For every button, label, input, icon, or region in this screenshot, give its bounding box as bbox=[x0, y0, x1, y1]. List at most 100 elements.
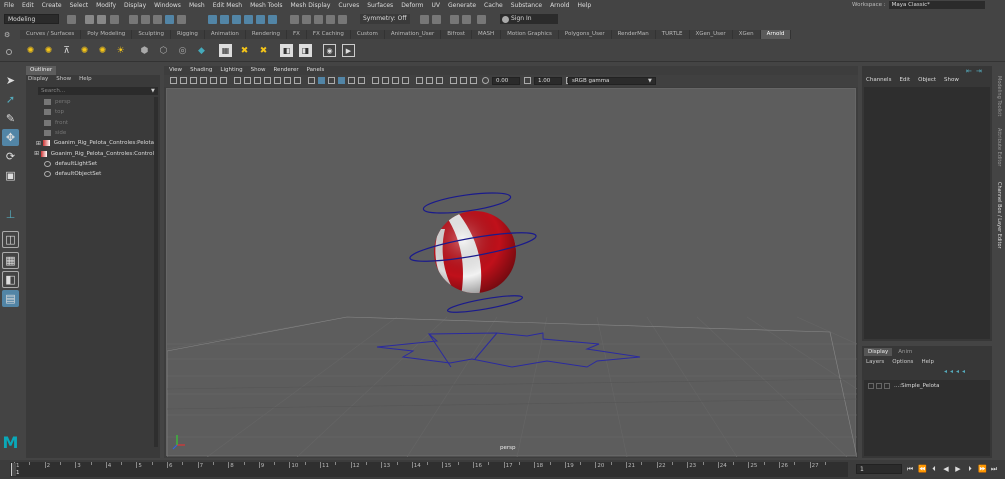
image-plane-icon[interactable] bbox=[200, 77, 207, 84]
resolution-gate-icon[interactable] bbox=[254, 77, 261, 84]
select-tool-icon[interactable]: ➤ bbox=[2, 72, 19, 89]
area-light-icon[interactable]: ✺ bbox=[42, 44, 55, 57]
shelf-tab-sculpting[interactable]: Sculpting bbox=[132, 30, 171, 39]
layer-row[interactable]: ...:Simple_Pelota bbox=[868, 382, 988, 390]
selection-mask-icon[interactable] bbox=[165, 15, 174, 24]
workspace-selector[interactable]: Workspace : Maya Classic* bbox=[852, 1, 985, 9]
outliner-item[interactable]: side bbox=[26, 128, 154, 138]
hud-icon[interactable] bbox=[470, 77, 477, 84]
four-view-icon[interactable]: ▦ bbox=[2, 252, 19, 269]
menu-help[interactable]: Help bbox=[574, 2, 596, 9]
license-manager-icon[interactable]: ✖ bbox=[257, 44, 270, 57]
grid-icon[interactable] bbox=[234, 77, 241, 84]
photometric-light-icon[interactable]: ✺ bbox=[78, 44, 91, 57]
step-forward-frame-icon[interactable]: ⏩ bbox=[978, 465, 987, 473]
menu-windows[interactable]: Windows bbox=[150, 2, 185, 9]
channel-list[interactable] bbox=[864, 87, 990, 339]
select-by-hierarchy-icon[interactable] bbox=[129, 15, 138, 24]
step-back-frame-icon[interactable]: ⏪ bbox=[918, 465, 927, 473]
outliner-item[interactable]: defaultObjectSet bbox=[26, 169, 154, 179]
render-settings-icon[interactable] bbox=[338, 15, 347, 24]
use-all-lights-icon[interactable] bbox=[348, 77, 355, 84]
play-backwards-icon[interactable]: ◀ bbox=[942, 465, 950, 473]
expand-icon[interactable]: ⊞ bbox=[34, 150, 39, 157]
textured-icon[interactable] bbox=[338, 77, 345, 84]
shelf-tab-arnold[interactable]: Arnold bbox=[760, 30, 792, 39]
shelf-tab-mash[interactable]: MASH bbox=[472, 30, 502, 39]
playblast-icon[interactable]: ▶ bbox=[342, 44, 355, 57]
outliner-item[interactable]: ⊞ Goanim_Rig_Pelota_Controles:Pelota bbox=[26, 138, 154, 148]
mesh-light-icon[interactable]: ⊼ bbox=[60, 44, 73, 57]
skydome-light-icon[interactable]: ✺ bbox=[96, 44, 109, 57]
workspace-dropdown[interactable]: Maya Classic* bbox=[888, 1, 985, 9]
outliner-item[interactable]: top bbox=[26, 107, 154, 117]
timeline-ruler[interactable]: 1 2 3 4 5 6 7 8 9 10 11 12 13 14 15 16 17 18 19 20 21 22 23 24 2… bbox=[10, 462, 848, 477]
single-view-icon[interactable]: ◫ bbox=[2, 231, 19, 248]
side-by-side-icon[interactable]: ◧ bbox=[2, 271, 19, 288]
shelf-tab-animation[interactable]: Animation bbox=[204, 30, 246, 39]
new-scene-icon[interactable] bbox=[67, 15, 76, 24]
ipr-icon[interactable]: ◨ bbox=[299, 44, 312, 57]
outliner-menu-display[interactable]: Display bbox=[28, 76, 48, 82]
construction-history-icon[interactable] bbox=[302, 15, 311, 24]
preview-icon[interactable]: ◉ bbox=[323, 44, 336, 57]
shelf-tab-motion-graphics[interactable]: Motion Graphics bbox=[501, 30, 559, 39]
snap-curve-icon[interactable] bbox=[220, 15, 229, 24]
default-material-icon[interactable] bbox=[328, 77, 335, 84]
step-forward-key-icon[interactable]: ⏵ bbox=[966, 465, 974, 473]
outliner-item[interactable]: front bbox=[26, 118, 154, 128]
shelf-tab-xgen[interactable]: XGen bbox=[732, 30, 761, 39]
attribute-editor-icon[interactable] bbox=[462, 15, 471, 24]
current-frame-field[interactable]: 1 bbox=[856, 464, 902, 474]
colorspace-dropdown[interactable]: sRGB gamma bbox=[568, 77, 656, 85]
outliner-item[interactable]: persp bbox=[26, 97, 154, 107]
go-to-end-icon[interactable]: ⏭ bbox=[990, 465, 998, 473]
play-forwards-icon[interactable]: ▶ bbox=[954, 465, 962, 473]
outliner-item[interactable]: ⊞ Goanim_Rig_Pelota_Controles:Control bbox=[26, 149, 154, 159]
magnet-icon[interactable] bbox=[432, 15, 441, 24]
display-textures-icon[interactable] bbox=[460, 77, 467, 84]
expand-icon[interactable]: ⊞ bbox=[36, 140, 41, 147]
shelf-options-icon[interactable] bbox=[6, 49, 12, 55]
save-scene-icon[interactable] bbox=[97, 15, 106, 24]
snap-live-icon[interactable] bbox=[256, 15, 265, 24]
outliner-menu-help[interactable]: Help bbox=[79, 76, 92, 82]
safe-action-icon[interactable] bbox=[284, 77, 291, 84]
grease-pencil-icon[interactable] bbox=[220, 77, 227, 84]
layer-menu-layers[interactable]: Layers bbox=[866, 359, 884, 365]
shelf-settings-icon[interactable]: ⚙ bbox=[4, 31, 14, 39]
menu-deform[interactable]: Deform bbox=[397, 2, 427, 9]
cb-menu-show[interactable]: Show bbox=[944, 77, 959, 83]
light-manager-icon[interactable]: ✖ bbox=[238, 44, 251, 57]
layer-visibility-toggle[interactable] bbox=[868, 383, 874, 389]
gamma-icon[interactable] bbox=[524, 77, 531, 84]
step-back-key-icon[interactable]: ⏴ bbox=[930, 465, 938, 473]
scale-tool-icon[interactable]: ▣ bbox=[2, 167, 19, 184]
shelf-tab-turtle[interactable]: TURTLE bbox=[655, 30, 690, 39]
motion-blur-icon[interactable] bbox=[382, 77, 389, 84]
exposure-icon[interactable] bbox=[482, 77, 489, 84]
layer-menu-options[interactable]: Options bbox=[892, 359, 913, 365]
tab-attribute-editor[interactable]: Attribute Editor bbox=[996, 128, 1002, 166]
light-portal-icon[interactable]: ☀ bbox=[114, 44, 127, 57]
volume-icon[interactable]: ⬡ bbox=[157, 44, 170, 57]
paint-select-icon[interactable]: ✎ bbox=[2, 110, 19, 127]
cb-menu-edit[interactable]: Edit bbox=[899, 77, 910, 83]
shelf-tab-xgen-user[interactable]: XGen_User bbox=[689, 30, 733, 39]
menu-mesh-tools[interactable]: Mesh Tools bbox=[246, 2, 286, 9]
lock-selection-icon[interactable] bbox=[177, 15, 186, 24]
vp-menu-lighting[interactable]: Lighting bbox=[220, 66, 242, 75]
film-gate-icon[interactable] bbox=[244, 77, 251, 84]
menu-uv[interactable]: UV bbox=[428, 2, 445, 9]
isolate-select-icon[interactable] bbox=[416, 77, 423, 84]
menu-modify[interactable]: Modify bbox=[92, 2, 120, 9]
menu-mesh-display[interactable]: Mesh Display bbox=[287, 2, 335, 9]
shadows-icon[interactable] bbox=[358, 77, 365, 84]
tab-modeling-toolkit[interactable]: Modeling Toolkit bbox=[996, 76, 1002, 116]
shelf-tab-fx[interactable]: FX bbox=[286, 30, 307, 39]
layer-menu-help[interactable]: Help bbox=[921, 359, 934, 365]
shelf-tab-rigging[interactable]: Rigging bbox=[171, 30, 205, 39]
outliner-item[interactable]: defaultLightSet bbox=[26, 159, 154, 169]
layer-type-toggle[interactable] bbox=[884, 383, 890, 389]
shelf-tab-fx-caching[interactable]: FX Caching bbox=[306, 30, 351, 39]
